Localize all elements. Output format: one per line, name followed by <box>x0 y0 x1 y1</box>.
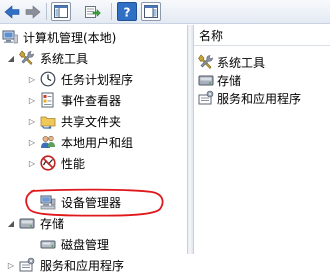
shared-folder-icon <box>40 113 56 129</box>
tools-icon <box>19 50 35 66</box>
export-list-icon <box>85 5 101 18</box>
storage-icon <box>198 72 214 88</box>
disk-icon <box>40 236 56 252</box>
tree-item-label: 系统工具 <box>40 51 89 66</box>
expand-arrow-icon[interactable]: ▷ <box>27 132 37 152</box>
expand-arrow-icon[interactable]: ▷ <box>6 255 16 275</box>
list-item-storage[interactable]: 存储 <box>198 70 241 90</box>
column-header-label: 名称 <box>199 28 224 43</box>
services-icon <box>19 257 35 273</box>
show-action-pane-button[interactable] <box>141 2 161 21</box>
computer-management-icon <box>2 29 18 45</box>
list-item-label: 服务和应用程序 <box>217 91 302 106</box>
tree-item-local-users-groups[interactable]: ▷ 本地用户和组 <box>27 132 133 152</box>
tree-item-label: 磁盘管理 <box>61 237 110 252</box>
toolbar-separator <box>46 3 47 20</box>
tree-item-label: 任务计划程序 <box>61 72 134 87</box>
users-icon <box>40 134 56 150</box>
pane-divider[interactable] <box>187 25 194 254</box>
tree-item-storage[interactable]: ◢ 存储 <box>6 213 64 233</box>
show-action-pane-icon <box>144 5 158 18</box>
collapse-arrow-icon[interactable]: ◢ <box>6 48 16 68</box>
list-item-system-tools[interactable]: 系统工具 <box>198 52 265 72</box>
tree-item-performance[interactable]: ▷ 性能 <box>27 153 85 173</box>
tree-item-label: 服务和应用程序 <box>40 258 125 273</box>
show-hide-console-tree-button[interactable] <box>51 2 71 21</box>
clock-icon <box>40 71 56 87</box>
tree-item-label: 性能 <box>61 156 86 171</box>
storage-icon <box>19 215 35 231</box>
collapse-arrow-icon[interactable]: ◢ <box>6 213 16 233</box>
toolbar-separator <box>111 3 112 20</box>
toolbar: ? <box>0 0 330 24</box>
performance-icon <box>40 155 56 171</box>
expand-arrow-icon[interactable]: ▷ <box>27 111 37 131</box>
tree-item-services-applications[interactable]: ▷ 服务和应用程序 <box>6 255 124 275</box>
tree-item-computer-management[interactable]: 计算机管理(本地) <box>2 27 116 47</box>
expand-arrow-icon[interactable]: ▷ <box>27 69 37 89</box>
column-header-name[interactable]: 名称 <box>194 25 330 46</box>
forward-arrow-icon <box>25 4 41 19</box>
console-tree: 计算机管理(本地) ◢ 系统工具 ▷ 任务计划程序 ▷ 事件查看器 ▷ 共享文件… <box>0 25 187 273</box>
services-icon <box>198 90 214 106</box>
help-button[interactable]: ? <box>117 2 137 21</box>
list-view: 名称 系统工具 存储 服务和应用程序 <box>194 25 330 254</box>
tree-item-shared-folders[interactable]: ▷ 共享文件夹 <box>27 111 121 131</box>
device-manager-icon <box>40 194 56 210</box>
tree-item-disk-management[interactable]: 磁盘管理 <box>40 234 109 254</box>
list-item-label: 系统工具 <box>217 55 266 70</box>
forward-button[interactable] <box>23 2 43 21</box>
tree-item-label: 事件查看器 <box>61 93 122 108</box>
back-arrow-icon <box>4 4 20 19</box>
list-item-label: 存储 <box>217 73 242 88</box>
tree-item-label: 设备管理器 <box>61 195 122 210</box>
expand-arrow-icon[interactable]: ▷ <box>27 153 37 173</box>
list-item-services-applications[interactable]: 服务和应用程序 <box>198 88 301 108</box>
tree-item-label: 存储 <box>40 216 65 231</box>
tree-item-device-manager[interactable]: 设备管理器 <box>40 192 121 212</box>
export-list-button[interactable] <box>83 2 103 21</box>
show-hide-console-tree-icon <box>54 5 68 18</box>
tree-item-label: 本地用户和组 <box>61 135 134 150</box>
tree-item-label: 共享文件夹 <box>61 114 122 129</box>
tree-item-system-tools[interactable]: ◢ 系统工具 <box>6 48 88 68</box>
help-icon: ? <box>124 5 131 19</box>
expand-arrow-icon[interactable]: ▷ <box>27 90 37 110</box>
svg-text:?: ? <box>124 5 131 19</box>
event-viewer-icon <box>40 92 56 108</box>
back-button[interactable] <box>2 2 22 21</box>
tree-item-label: 计算机管理(本地) <box>23 30 117 45</box>
tree-item-event-viewer[interactable]: ▷ 事件查看器 <box>27 90 121 110</box>
tree-item-task-scheduler[interactable]: ▷ 任务计划程序 <box>27 69 133 89</box>
tools-icon <box>198 54 214 70</box>
